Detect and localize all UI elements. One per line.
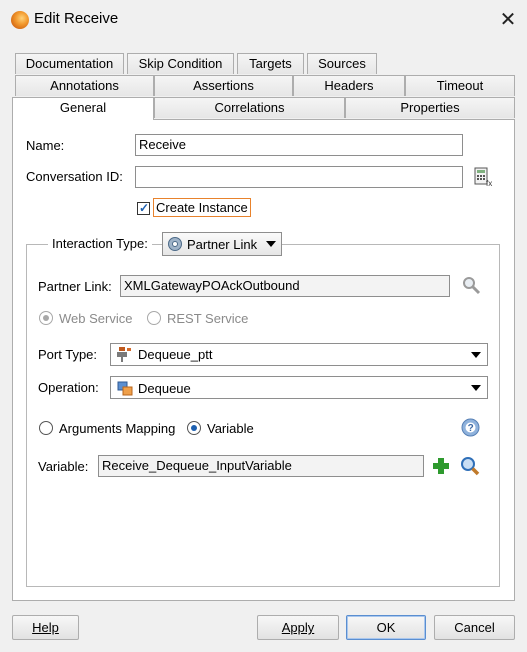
tab-sources[interactable]: Sources	[307, 53, 377, 74]
help-button[interactable]: Help	[12, 615, 79, 640]
arguments-mapping-radio[interactable]	[39, 421, 53, 435]
search-icon[interactable]	[461, 275, 481, 295]
variable-radio[interactable]	[187, 421, 201, 435]
rest-service-radio[interactable]	[147, 311, 161, 325]
variable-radio-label: Variable	[207, 421, 254, 436]
ok-button[interactable]: OK	[346, 615, 426, 640]
apply-button-label: Apply	[281, 620, 315, 635]
tab-correlations[interactable]: Correlations	[154, 97, 345, 118]
partner-link-field[interactable]: XMLGatewayPOAckOutbound	[120, 275, 450, 297]
name-label: Name:	[26, 138, 65, 153]
create-instance-label: Create Instance	[153, 198, 251, 217]
variable-field[interactable]: Receive_Dequeue_InputVariable	[98, 455, 424, 477]
port-type-icon	[116, 346, 132, 363]
tab-targets[interactable]: Targets	[237, 53, 304, 74]
title-bar: Edit Receive ✕	[0, 0, 527, 40]
partner-link-gear-icon	[167, 236, 183, 252]
help-icon[interactable]: ?	[461, 418, 480, 437]
conversation-id-field[interactable]	[135, 166, 463, 188]
variable-label: Variable:	[38, 459, 89, 474]
tab-documentation[interactable]: Documentation	[15, 53, 124, 74]
tab-assertions[interactable]: Assertions	[154, 75, 293, 96]
port-type-label: Port Type:	[38, 347, 98, 362]
svg-text:?: ?	[468, 423, 474, 434]
svg-text:fx: fx	[486, 179, 492, 187]
tab-general[interactable]: General	[12, 97, 154, 120]
operation-value: Dequeue	[138, 381, 191, 396]
tab-timeout[interactable]: Timeout	[405, 75, 515, 96]
tab-skip-condition[interactable]: Skip Condition	[127, 53, 234, 74]
interaction-type-label: Interaction Type:	[48, 236, 152, 251]
expression-builder-icon[interactable]: fx	[473, 167, 493, 188]
rest-service-label: REST Service	[167, 311, 249, 326]
tab-properties[interactable]: Properties	[345, 97, 515, 118]
chevron-down-icon	[266, 241, 276, 247]
port-type-value: Dequeue_ptt	[138, 347, 213, 362]
search-variable-icon[interactable]	[459, 455, 481, 477]
interaction-type-dropdown[interactable]: Partner Link	[162, 232, 282, 256]
apply-button[interactable]: Apply	[257, 615, 339, 640]
web-service-radio[interactable]	[39, 311, 53, 325]
tab-annotations[interactable]: Annotations	[15, 75, 154, 96]
arguments-mapping-label: Arguments Mapping	[59, 421, 176, 436]
add-icon[interactable]	[431, 456, 451, 476]
chevron-down-icon	[471, 352, 481, 358]
tab-headers[interactable]: Headers	[293, 75, 405, 96]
operation-dropdown[interactable]: Dequeue	[110, 376, 488, 399]
operation-label: Operation:	[38, 380, 99, 395]
close-icon[interactable]: ✕	[496, 8, 520, 32]
operation-icon	[117, 381, 133, 396]
app-icon	[11, 11, 29, 29]
port-type-dropdown[interactable]: Dequeue_ptt	[110, 343, 488, 366]
name-field[interactable]: Receive	[135, 134, 463, 156]
create-instance-checkbox[interactable]: ✓	[137, 201, 150, 215]
web-service-label: Web Service	[59, 311, 133, 326]
help-button-label: Help	[32, 620, 59, 635]
window-title: Edit Receive	[34, 10, 119, 27]
chevron-down-icon	[471, 385, 481, 391]
conversation-id-label: Conversation ID:	[26, 169, 123, 184]
interaction-type-value: Partner Link	[187, 237, 258, 252]
cancel-button[interactable]: Cancel	[434, 615, 515, 640]
partner-link-label: Partner Link:	[38, 279, 112, 294]
